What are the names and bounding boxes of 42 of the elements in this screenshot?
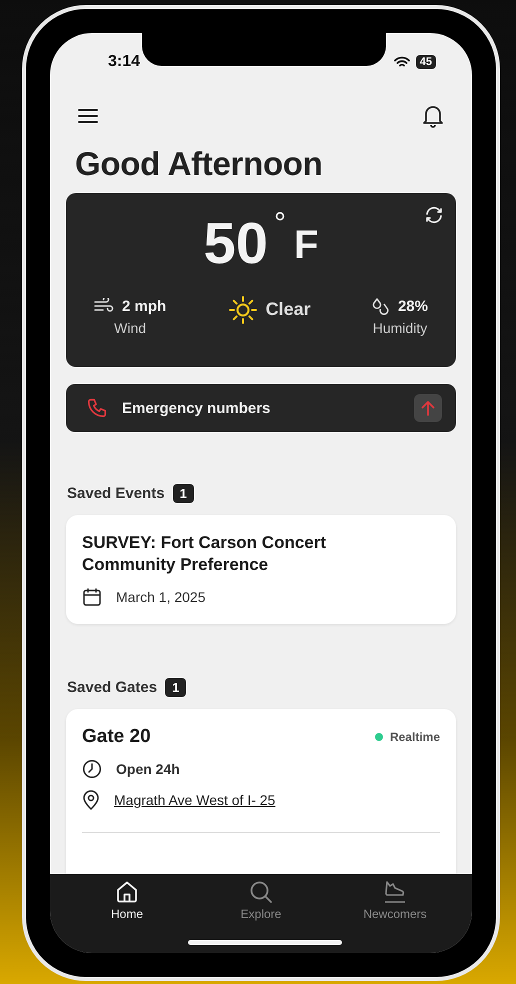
sun-icon [228, 294, 258, 324]
wind-value: 2 mph [122, 298, 166, 314]
temperature-value: 50 [204, 215, 268, 273]
menu-icon[interactable] [78, 108, 98, 124]
battery-icon: 45 [416, 55, 436, 69]
degree-sign: ° [274, 209, 286, 239]
section-title: Saved Events [67, 485, 165, 502]
shoe-icon [383, 880, 407, 904]
calendar-icon [82, 587, 102, 607]
wind-icon [94, 298, 114, 314]
location-pin-icon [82, 790, 100, 810]
wind-label: Wind [114, 320, 146, 336]
emergency-numbers-button[interactable]: Emergency numbers [66, 384, 456, 432]
tab[interactable]: Home [72, 880, 182, 921]
count-badge: 1 [165, 678, 186, 697]
greeting-title: Good Afternoon [75, 145, 324, 183]
status-label: Realtime [390, 730, 440, 744]
wifi-icon [394, 56, 410, 68]
clock-icon [82, 759, 102, 779]
humidity-value: 28% [398, 298, 428, 314]
section-title: Saved Gates [67, 679, 158, 696]
count-badge: 1 [172, 484, 194, 503]
arrow-up-icon [414, 394, 442, 422]
gate-location-link[interactable]: Magrath Ave West of I- 25 [114, 792, 276, 808]
event-card[interactable]: SURVEY: Fort Carson Concert Community Preference March 1, 2025 [66, 515, 456, 624]
humidity-label: Humidity [372, 320, 428, 336]
gate-card[interactable]: Gate 20 Realtime Open 24h Magrath Ave West of I- 25 [66, 709, 456, 874]
home-icon [115, 880, 139, 904]
search-icon [249, 880, 273, 904]
temperature-unit: F [294, 223, 318, 268]
gate-hours: Open 24h [116, 761, 180, 777]
gate-name: Gate 20 [82, 726, 151, 748]
event-date: March 1, 2025 [116, 589, 206, 605]
refresh-icon[interactable] [424, 205, 444, 225]
tab[interactable]: Newcomers [340, 880, 450, 921]
status-time: 3:14 [108, 53, 140, 71]
phone-icon [86, 397, 108, 419]
weather-condition: Clear [266, 299, 311, 320]
humidity-icon [372, 297, 390, 315]
bell-icon[interactable] [422, 104, 444, 128]
event-title: SURVEY: Fort Carson Concert Community Preference [82, 532, 328, 576]
tab[interactable]: Explore [206, 880, 316, 921]
